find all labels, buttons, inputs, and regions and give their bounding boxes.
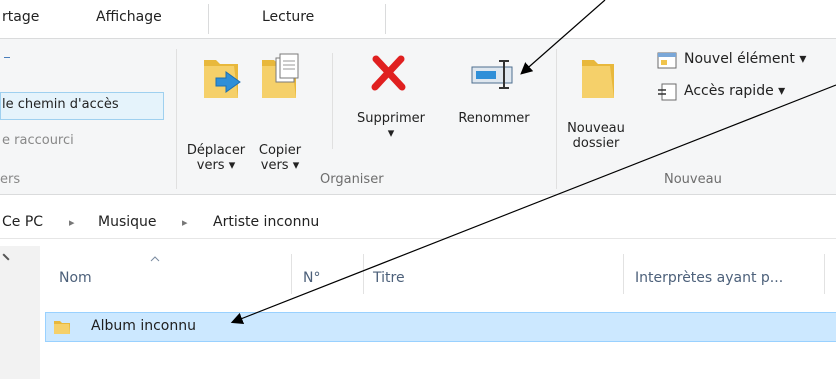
group-separator (332, 53, 333, 149)
move-to-button[interactable]: Déplacer vers ▾ (186, 143, 246, 173)
ribbon-mark (4, 57, 10, 58)
breadcrumb[interactable]: Ce PC ▸ Musique ▸ Artiste inconnu (0, 210, 836, 236)
column-separator[interactable] (824, 254, 825, 294)
rename-button[interactable]: Renommer (444, 111, 544, 126)
tab-partage[interactable]: rtage (2, 9, 39, 25)
ribbon: le chemin d'accès e raccourci ers Déplac… (0, 39, 836, 195)
breadcrumb-separator[interactable]: ▸ (69, 216, 75, 229)
rename-icon[interactable] (470, 59, 520, 89)
column-separator[interactable] (291, 254, 292, 294)
group-separator (176, 49, 177, 189)
nouveau-group-label: Nouveau (664, 172, 722, 187)
new-item-icon[interactable] (656, 50, 680, 70)
quick-access-icon[interactable] (656, 82, 680, 102)
group-separator (556, 49, 557, 189)
breadcrumb-unknown-artist[interactable]: Artiste inconnu (213, 214, 319, 230)
table-row[interactable]: Album inconnu (45, 312, 836, 342)
quick-access-button[interactable]: Accès rapide ▾ (684, 83, 785, 99)
breadcrumb-separator[interactable]: ▸ (182, 216, 188, 229)
column-header-number[interactable]: N° (303, 270, 320, 286)
new-folder-label: Nouveau (567, 121, 625, 136)
copy-to-folder-icon[interactable] (258, 52, 302, 102)
tab-lecture[interactable]: Lecture (262, 9, 314, 25)
copy-to-dropdown: vers ▾ (260, 158, 300, 173)
breadcrumb-this-pc[interactable]: Ce PC (2, 214, 43, 230)
column-separator[interactable] (363, 254, 364, 294)
navigation-pane[interactable] (0, 246, 40, 379)
file-name: Album inconnu (91, 318, 196, 334)
copy-to-button[interactable]: Copier vers ▾ (250, 143, 310, 173)
tab-affichage[interactable]: Affichage (96, 9, 162, 25)
folder-icon (54, 321, 70, 334)
new-item-button[interactable]: Nouvel élément ▾ (684, 51, 806, 67)
delete-x-icon[interactable] (370, 55, 406, 91)
move-to-folder-icon[interactable] (200, 52, 244, 102)
new-folder-label-2: dossier (572, 136, 620, 151)
address-divider (0, 238, 836, 239)
delete-button[interactable]: Supprimer ▾ (346, 111, 436, 141)
chevron-icon[interactable] (2, 253, 10, 261)
copy-path-button[interactable]: le chemin d'accès (2, 97, 119, 112)
organiser-group-label: Organiser (320, 172, 384, 187)
new-folder-icon[interactable] (578, 52, 618, 102)
column-header-title[interactable]: Titre (373, 270, 405, 286)
move-to-label: Déplacer (186, 143, 246, 158)
column-header-artists[interactable]: Interprètes ayant p... (635, 270, 783, 286)
sort-ascending-icon (150, 256, 160, 262)
breadcrumb-music[interactable]: Musique (98, 214, 157, 230)
new-folder-button[interactable]: Nouveau dossier (564, 121, 628, 151)
ribbon-tab-bar: rtage Affichage Lecture (0, 0, 836, 39)
paste-shortcut-button[interactable]: e raccourci (2, 133, 74, 148)
column-separator[interactable] (623, 254, 624, 294)
column-header-name[interactable]: Nom (59, 270, 92, 286)
delete-label: Supprimer (357, 111, 425, 126)
delete-dropdown: ▾ (387, 126, 395, 141)
copy-to-label: Copier (258, 143, 302, 158)
clipboard-group-label: ers (0, 172, 21, 187)
move-to-dropdown: vers ▾ (196, 158, 236, 173)
tab-separator (208, 4, 209, 34)
tab-separator (385, 4, 386, 34)
